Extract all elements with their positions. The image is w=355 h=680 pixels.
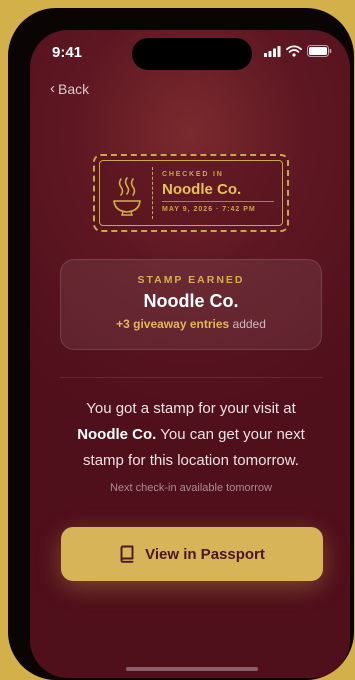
book-icon — [120, 545, 134, 563]
giveaway-entries-count: +3 giveaway entries — [116, 317, 230, 331]
battery-icon — [307, 45, 332, 57]
view-in-passport-button[interactable]: View in Passport — [61, 527, 323, 581]
message-venue: Noodle Co. — [77, 426, 157, 443]
wifi-icon — [286, 45, 302, 57]
screen: 9:41 ‹ Back CHECKED IN Noodle Co. MAY 9,… — [30, 30, 350, 678]
giveaway-entries: +3 giveaway entries added — [61, 317, 321, 331]
phone-frame: 9:41 ‹ Back CHECKED IN Noodle Co. MAY 9,… — [8, 8, 354, 680]
stamp-venue-name: Noodle Co. — [143, 291, 239, 311]
stamp-earned-card: STAMP EARNED Noodle Co. +3 giveaway entr… — [60, 259, 322, 350]
back-button[interactable]: ‹ Back — [50, 80, 89, 97]
status-time: 9:41 — [52, 44, 83, 61]
ticket-inner-border: CHECKED IN Noodle Co. MAY 9, 2026 · 7:42… — [99, 160, 283, 226]
signal-icon — [264, 45, 281, 57]
divider — [60, 377, 322, 378]
giveaway-entries-suffix: added — [229, 317, 266, 331]
view-in-passport-label: View in Passport — [145, 545, 265, 563]
next-checkin-note: Next check-in available tomorrow — [109, 482, 272, 494]
dynamic-island — [132, 38, 252, 70]
status-icons — [264, 45, 332, 57]
ticket-divider — [152, 167, 153, 219]
home-indicator[interactable] — [126, 667, 258, 671]
check-in-ticket: CHECKED IN Noodle Co. MAY 9, 2026 · 7:42… — [93, 154, 289, 232]
ticket-rule — [162, 201, 274, 202]
noodle-bowl-icon — [113, 177, 141, 216]
status-bar: 9:41 — [30, 30, 350, 74]
chevron-left-icon: ‹ — [50, 80, 55, 97]
stamp-eyebrow: STAMP EARNED — [137, 274, 245, 286]
confirmation-message: You got a stamp for your visit at Noodle… — [60, 396, 322, 474]
ticket-label: CHECKED IN — [162, 171, 224, 178]
ticket-venue-name: Noodle Co. — [162, 181, 242, 198]
ticket-date: MAY 9, 2026 · 7:42 PM — [162, 206, 256, 213]
back-label: Back — [58, 80, 90, 97]
message-part-1: You got a stamp for your visit at — [86, 400, 296, 417]
